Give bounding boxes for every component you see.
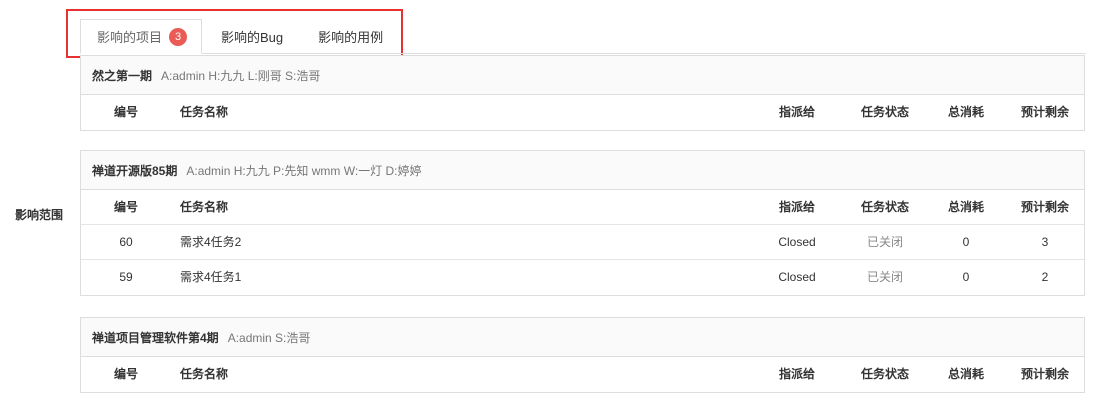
task-status: 已关闭 — [866, 270, 903, 284]
table-header-row: 编号 任务名称 指派给 任务状态 总消耗 预计剩余 — [81, 190, 1084, 225]
table-row[interactable]: 59 需求4任务1 Closed 已关闭 0 2 — [81, 260, 1084, 295]
col-id: 编号 — [113, 200, 138, 214]
project-members: A:admin H:九九 L:刚哥 S:浩哥 — [161, 68, 321, 83]
col-assigned: 指派给 — [778, 367, 815, 381]
col-name: 任务名称 — [180, 105, 229, 119]
col-left: 预计剩余 — [1020, 105, 1069, 119]
task-assigned: Closed — [778, 235, 816, 249]
panel-header: 然之第一期 A:admin H:九九 L:刚哥 S:浩哥 — [81, 56, 1084, 95]
task-left: 3 — [1041, 235, 1049, 249]
task-id: 60 — [119, 235, 133, 249]
tab-affected-cases[interactable]: 影响的用例 — [302, 19, 399, 54]
tab-affected-projects[interactable]: 影响的项目 3 — [80, 19, 202, 54]
tab-bar: 影响的项目 3 影响的Bug 影响的用例 — [80, 19, 399, 54]
project-name: 禅道项目管理软件第4期 — [92, 330, 219, 345]
task-name[interactable]: 需求4任务2 — [180, 225, 241, 260]
col-consumed: 总消耗 — [947, 367, 984, 381]
col-assigned: 指派给 — [778, 105, 815, 119]
project-panel: 禅道开源版85期 A:admin H:九九 P:先知 wmm W:一灯 D:婷婷… — [80, 150, 1085, 296]
col-status: 任务状态 — [860, 105, 909, 119]
col-left: 预计剩余 — [1020, 367, 1069, 381]
task-consumed: 0 — [962, 235, 970, 249]
tab-label: 影响的用例 — [318, 30, 384, 45]
col-consumed: 总消耗 — [947, 200, 984, 214]
col-id: 编号 — [113, 105, 138, 119]
task-left: 2 — [1041, 270, 1049, 284]
count-badge: 3 — [169, 27, 188, 46]
range-label: 影响范围 — [15, 208, 64, 222]
task-id: 59 — [119, 270, 133, 284]
task-name[interactable]: 需求4任务1 — [180, 260, 241, 295]
col-consumed: 总消耗 — [947, 105, 984, 119]
task-consumed: 0 — [962, 270, 970, 284]
project-panel: 禅道项目管理软件第4期 A:admin S:浩哥 编号 任务名称 指派给 任务状… — [80, 317, 1085, 393]
col-name: 任务名称 — [180, 367, 229, 381]
project-members: A:admin S:浩哥 — [227, 330, 311, 345]
tab-label: 影响的Bug — [221, 30, 284, 45]
table-header-row: 编号 任务名称 指派给 任务状态 总消耗 预计剩余 — [81, 95, 1084, 130]
project-name: 禅道开源版85期 — [92, 163, 178, 178]
col-status: 任务状态 — [860, 367, 909, 381]
tab-label: 影响的项目 — [97, 30, 163, 45]
col-left: 预计剩余 — [1020, 200, 1069, 214]
task-assigned: Closed — [778, 270, 816, 284]
col-assigned: 指派给 — [778, 200, 815, 214]
tab-divider — [202, 53, 1086, 54]
tab-affected-bugs[interactable]: 影响的Bug — [202, 19, 302, 54]
col-id: 编号 — [113, 367, 138, 381]
project-name: 然之第一期 — [92, 68, 153, 83]
project-members: A:admin H:九九 P:先知 wmm W:一灯 D:婷婷 — [186, 163, 422, 178]
col-status: 任务状态 — [860, 200, 909, 214]
panel-header: 禅道开源版85期 A:admin H:九九 P:先知 wmm W:一灯 D:婷婷 — [81, 151, 1084, 190]
table-row[interactable]: 60 需求4任务2 Closed 已关闭 0 3 — [81, 225, 1084, 260]
task-status: 已关闭 — [866, 235, 903, 249]
table-header-row: 编号 任务名称 指派给 任务状态 总消耗 预计剩余 — [81, 357, 1084, 392]
panel-header: 禅道项目管理软件第4期 A:admin S:浩哥 — [81, 318, 1084, 357]
project-panel: 然之第一期 A:admin H:九九 L:刚哥 S:浩哥 编号 任务名称 指派给… — [80, 55, 1085, 131]
col-name: 任务名称 — [180, 200, 229, 214]
